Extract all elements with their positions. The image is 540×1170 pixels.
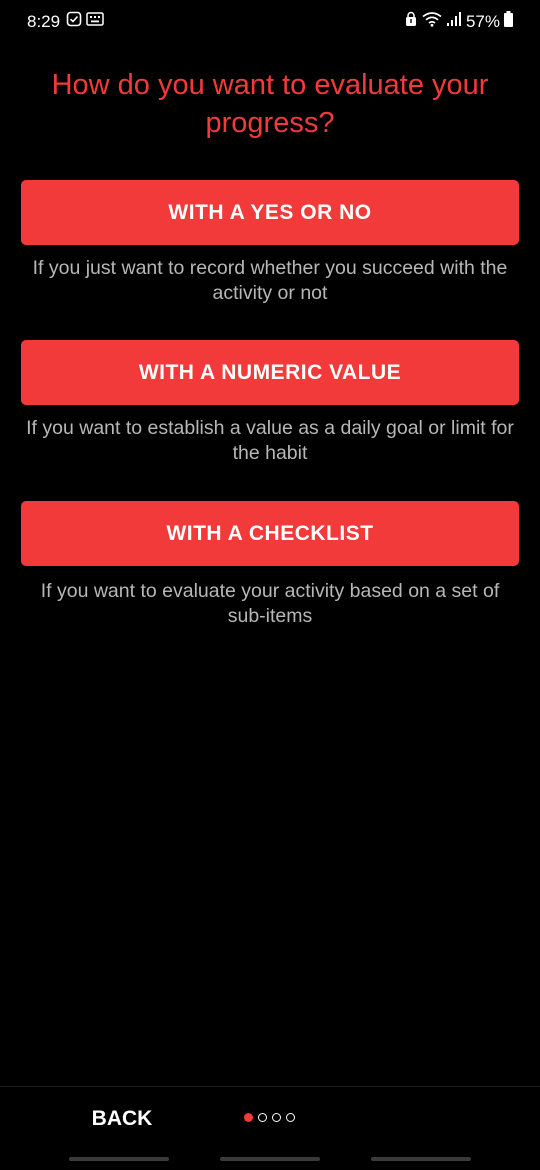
page-dot: [286, 1113, 295, 1122]
check-badge-icon: [66, 11, 82, 32]
battery-icon: [504, 11, 513, 32]
battery-percentage: 57%: [465, 11, 500, 31]
lock-alert-icon: [405, 11, 417, 32]
checklist-button[interactable]: WITH A CHECKLIST: [21, 501, 519, 566]
nav-recents-handle[interactable]: [69, 1157, 169, 1161]
footer-divider: [0, 1086, 540, 1087]
keyboard-icon: [86, 11, 104, 32]
checklist-description: If you want to evaluate your activity ba…: [40, 580, 500, 627]
status-bar-left: 8:29: [27, 11, 108, 32]
system-nav-bar: [0, 1150, 540, 1170]
page-indicator: [244, 1113, 300, 1122]
page-dot: [258, 1113, 267, 1122]
nav-back-handle[interactable]: [371, 1157, 471, 1161]
nav-home-handle[interactable]: [220, 1157, 320, 1161]
page-dot-active: [244, 1113, 253, 1122]
yes-or-no-description: If you just want to record whether you s…: [32, 257, 508, 304]
back-button[interactable]: BACK: [72, 1100, 172, 1138]
page-title: How do you want to evaluate your progres…: [51, 69, 489, 139]
status-time: 8:29: [27, 11, 61, 31]
wifi-icon: [422, 11, 442, 32]
yes-or-no-button[interactable]: WITH A YES OR NO: [21, 180, 519, 245]
numeric-value-button[interactable]: WITH A NUMERIC VALUE: [21, 340, 519, 405]
status-bar: 8:29 57%: [0, 0, 540, 44]
page-dot: [272, 1113, 281, 1122]
signal-icon: [446, 11, 461, 32]
numeric-value-description: If you want to establish a value as a da…: [26, 417, 514, 464]
status-bar-right: 57%: [405, 11, 513, 32]
